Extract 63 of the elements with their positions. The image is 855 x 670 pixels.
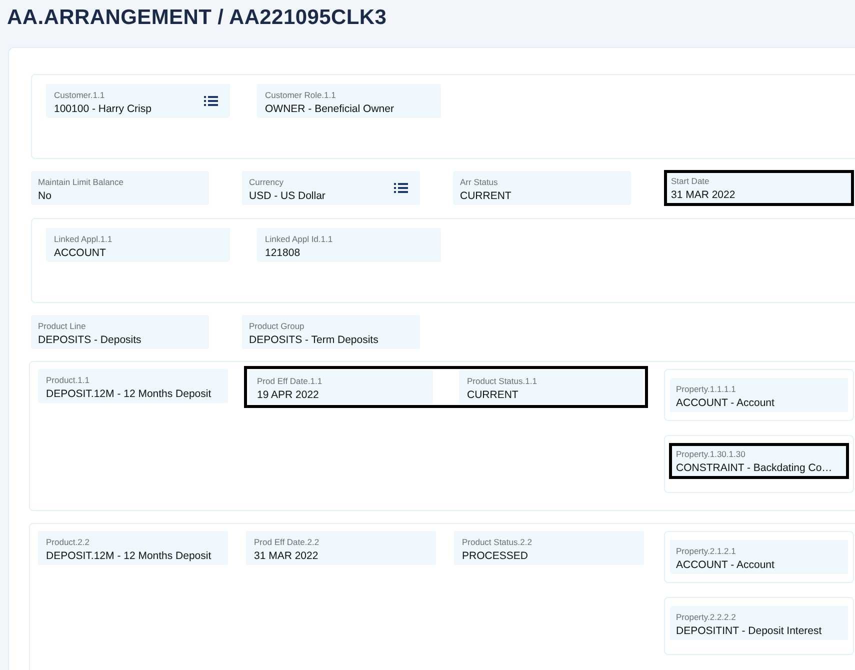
form-field[interactable]: Maintain Limit Balance No [31, 171, 209, 205]
field-label: Product Status.1.1 [467, 376, 538, 387]
field-label: Customer.1.1 [54, 90, 106, 101]
form-field[interactable]: Product Status.1.1 CURRENT [459, 370, 643, 404]
form-field[interactable]: Customer.1.1 100100 - Harry Crisp [46, 84, 230, 118]
form-field[interactable]: Product Group DEPOSITS - Term Deposits [242, 315, 420, 349]
field-value: PROCESSED [462, 549, 529, 563]
field-label: Prod Eff Date.1.1 [257, 376, 324, 387]
field-value: DEPOSIT.12M - 12 Months Deposit [46, 549, 212, 563]
field-value: DEPOSITS - Term Deposits [249, 333, 380, 347]
field-label: Product Group [249, 321, 306, 332]
field-label: Start Date [671, 176, 710, 187]
field-label: Property.2.2.2.2 [676, 612, 737, 623]
field-label: Property.1.30.1.30 [676, 449, 746, 460]
list-icon[interactable] [394, 182, 408, 194]
form-field[interactable]: Prod Eff Date.1.1 19 APR 2022 [249, 370, 433, 404]
field-label: Arr Status [460, 177, 499, 188]
field-value: 31 MAR 2022 [671, 188, 736, 202]
page-title: AA.ARRANGEMENT / AA221095CLK3 [7, 6, 388, 30]
field-value: CONSTRAINT - Backdating Co… [676, 461, 834, 475]
field-value: DEPOSIT.12M - 12 Months Deposit [46, 387, 212, 401]
form-field[interactable]: Start Date 31 MAR 2022 [664, 170, 854, 206]
list-icon[interactable] [204, 95, 218, 107]
form-field[interactable]: Property.2.1.2.1 ACCOUNT - Account [670, 540, 848, 574]
field-value: 121808 [265, 246, 302, 260]
field-value: 19 APR 2022 [257, 388, 320, 402]
form-field[interactable]: Product.1.1 DEPOSIT.12M - 12 Months Deposit [38, 369, 228, 403]
form-field[interactable]: Property.1.30.1.30 CONSTRAINT - Backdating Co… [669, 443, 849, 479]
form-field[interactable]: Property.1.1.1.1 ACCOUNT - Account [670, 378, 848, 412]
field-label: Product Line [38, 321, 87, 332]
field-label: Linked Appl.1.1 [54, 234, 114, 245]
field-label: Linked Appl Id.1.1 [265, 234, 334, 245]
form-field[interactable]: Product Status.2.2 PROCESSED [454, 531, 644, 565]
field-label: Maintain Limit Balance [38, 177, 125, 188]
field-value: ACCOUNT - Account [676, 396, 776, 410]
field-value: OWNER - Beneficial Owner [265, 102, 395, 116]
field-label: Property.2.1.2.1 [676, 546, 737, 557]
field-value: CURRENT [460, 189, 512, 203]
field-label: Property.1.1.1.1 [676, 384, 737, 395]
field-value: ACCOUNT - Account [676, 558, 776, 572]
field-value: 31 MAR 2022 [254, 549, 320, 563]
form-field[interactable]: Arr Status CURRENT [453, 171, 631, 205]
form-field[interactable]: Linked Appl.1.1 ACCOUNT [46, 228, 230, 262]
field-value: USD - US Dollar [249, 189, 326, 203]
field-value: 100100 - Harry Crisp [54, 102, 152, 116]
form-field[interactable]: Customer Role.1.1 OWNER - Beneficial Owner [257, 84, 441, 118]
field-value: No [38, 189, 52, 203]
form-field[interactable]: Product.2.2 DEPOSIT.12M - 12 Months Deposit [38, 531, 228, 565]
field-value: CURRENT [467, 388, 520, 402]
field-label: Customer Role.1.1 [265, 90, 337, 101]
field-value: DEPOSITS - Deposits [38, 333, 142, 347]
field-label: Currency [249, 177, 284, 188]
field-label: Product.2.2 [46, 537, 90, 548]
form-field[interactable]: Product Line DEPOSITS - Deposits [31, 315, 209, 349]
field-label: Prod Eff Date.2.2 [254, 537, 320, 548]
form-field[interactable]: Linked Appl Id.1.1 121808 [257, 228, 441, 262]
field-value: ACCOUNT [54, 246, 107, 260]
form-field[interactable]: Prod Eff Date.2.2 31 MAR 2022 [246, 531, 436, 565]
field-label: Product.1.1 [46, 375, 90, 386]
form-field[interactable]: Currency USD - US Dollar [242, 171, 420, 205]
field-label: Product Status.2.2 [462, 537, 533, 548]
field-value: DEPOSITINT - Deposit Interest [676, 624, 823, 638]
form-field[interactable]: Property.2.2.2.2 DEPOSITINT - Deposit Interest [670, 606, 848, 640]
